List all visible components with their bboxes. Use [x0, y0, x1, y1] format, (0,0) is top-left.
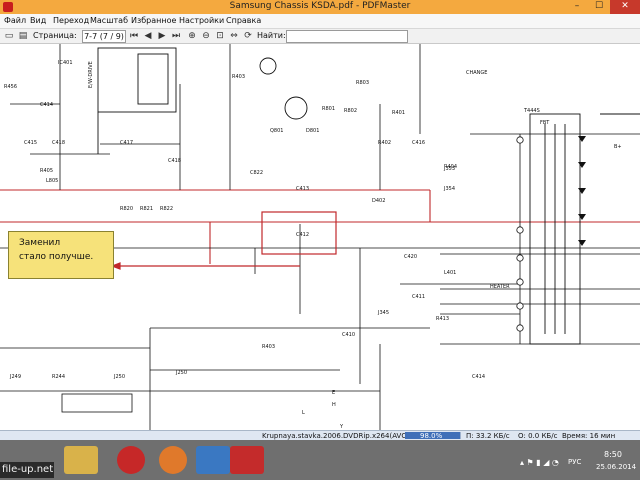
label-r803: R803 — [356, 80, 369, 86]
menu-view[interactable]: Вид — [30, 16, 46, 25]
find-label: Найти: — [257, 31, 286, 40]
zoom-out-icon[interactable]: ⊖ — [200, 30, 212, 42]
annotation-line-1: Заменил — [19, 238, 61, 248]
fit-page-icon[interactable]: ⊡ — [214, 30, 226, 42]
label-c416: C416 — [412, 140, 425, 146]
label-e: E — [332, 390, 335, 396]
file-explorer-icon[interactable] — [64, 446, 98, 474]
label-r413: R413 — [436, 316, 449, 322]
label-c414: C414 — [40, 102, 53, 108]
label-c420: C420 — [404, 254, 417, 260]
label-l401: L401 — [444, 270, 456, 276]
menu-settings[interactable]: Настройки — [179, 16, 224, 25]
language-indicator[interactable]: РУС — [568, 458, 581, 466]
download-speed: П: 33.2 КБ/с — [466, 432, 510, 440]
zoom-in-icon[interactable]: ⊕ — [186, 30, 198, 42]
print-icon[interactable]: ▤ — [17, 30, 29, 42]
label-c415: C415 — [24, 140, 37, 146]
label-r456: R456 — [4, 84, 17, 90]
first-page-icon[interactable]: ⏮ — [128, 30, 140, 42]
label-l: L — [302, 410, 305, 416]
label-ew-drive: E/W-DRIVE — [88, 61, 94, 88]
pdfmaster-taskbar-icon[interactable] — [230, 446, 264, 474]
label-q801: Q801 — [270, 128, 283, 134]
menu-bar: Файл Вид Переход Масштаб Избранное Настр… — [0, 14, 640, 29]
upload-speed: О: 0.0 КБ/с — [518, 432, 558, 440]
label-d402: D402 — [372, 198, 385, 204]
taskbar: ▴ ⚑ ▮ ◢ ◔ РУС 8:50 25.06.2014 — [0, 440, 640, 480]
menu-file[interactable]: Файл — [4, 16, 26, 25]
label-r244: R244 — [52, 374, 65, 380]
download-file-name: Krupnaya.stavka.2006.DVDRip.x264(AVC) — [262, 432, 409, 440]
menu-go[interactable]: Переход — [53, 16, 89, 25]
label-r403b: R403 — [262, 344, 275, 350]
label-c412: C412 — [296, 232, 309, 238]
prev-page-icon[interactable]: ◀ — [142, 30, 154, 42]
label-fbt: FBT — [540, 120, 550, 126]
label-change: CHANGE — [466, 70, 487, 76]
label-c414b: C414 — [472, 374, 485, 380]
label-r801: R801 — [322, 106, 335, 112]
rotate-icon[interactable]: ⟳ — [242, 30, 254, 42]
close-button[interactable]: ✕ — [610, 0, 640, 14]
opera-icon[interactable] — [117, 446, 145, 474]
label-c822: C822 — [250, 170, 263, 176]
maximize-button[interactable]: ☐ — [588, 0, 610, 14]
minimize-button[interactable]: – — [566, 0, 588, 14]
open-icon[interactable]: ▭ — [3, 30, 15, 42]
watermark: file-up.net — [0, 462, 54, 478]
label-heater: HEATER — [490, 284, 510, 290]
label-r401: R401 — [392, 110, 405, 116]
tray-icons[interactable]: ▴ ⚑ ▮ ◢ ◔ — [520, 458, 559, 467]
download-progress-text: 98.0% — [420, 432, 443, 440]
label-c413: C413 — [296, 186, 309, 192]
label-c417: C417 — [120, 140, 133, 146]
page-number-field[interactable]: 7-7 (7 / 9) — [82, 30, 126, 43]
next-page-icon[interactable]: ▶ — [156, 30, 168, 42]
document-view[interactable]: IC401 E/W-DRIVE R456 C414 C415 C418 R405… — [0, 44, 640, 430]
label-j250: J250 — [113, 374, 125, 380]
label-j250b: J250 — [175, 370, 187, 376]
menu-favorites[interactable]: Избранное — [131, 16, 176, 25]
label-j353: J353 — [443, 166, 455, 172]
toolbar: ▭ ▤ Страница: 7-7 (7 / 9) ⏮ ◀ ▶ ⏭ ⊕ ⊖ ⊡ … — [0, 29, 640, 44]
label-j345: J345 — [377, 310, 389, 316]
label-j249: J249 — [9, 374, 21, 380]
menu-zoom[interactable]: Масштаб — [90, 16, 128, 25]
clock-date[interactable]: 25.06.2014 — [596, 463, 636, 471]
label-r821: R821 — [140, 206, 153, 212]
remote-desktop-icon[interactable] — [196, 446, 230, 474]
label-c418b: C418 — [168, 158, 181, 164]
clock-time[interactable]: 8:50 — [604, 450, 622, 459]
time-remaining: Время: 16 мин — [562, 432, 616, 440]
label-r802: R802 — [344, 108, 357, 114]
label-h: H — [332, 402, 336, 408]
label-c418: C418 — [52, 140, 65, 146]
fit-width-icon[interactable]: ⇔ — [228, 30, 240, 42]
title-bar: Samsung Chassis KSDA.pdf - PDFMaster – ☐… — [0, 0, 640, 14]
label-r822: R822 — [160, 206, 173, 212]
label-r405: R405 — [40, 168, 53, 174]
label-c411: C411 — [412, 294, 425, 300]
label-r403a: R403 — [232, 74, 245, 80]
find-input[interactable] — [286, 30, 408, 43]
annotation-line-2: стало получше. — [19, 252, 94, 262]
firefox-icon[interactable] — [159, 446, 187, 474]
label-j354: J354 — [443, 186, 455, 192]
label-t444s: T444S — [523, 108, 540, 114]
annotation-note[interactable]: Заменил стало получше. — [8, 231, 114, 279]
label-ic401: IC401 — [58, 60, 73, 66]
label-d801: D801 — [306, 128, 319, 134]
menu-help[interactable]: Справка — [226, 16, 261, 25]
label-l805: L805 — [46, 178, 58, 184]
last-page-icon[interactable]: ⏭ — [170, 30, 182, 42]
label-r820: R820 — [120, 206, 133, 212]
label-r402: R402 — [378, 140, 391, 146]
page-label: Страница: — [33, 31, 77, 40]
label-b-plus: B+ — [614, 144, 622, 150]
label-c410: C410 — [342, 332, 355, 338]
window-title: Samsung Chassis KSDA.pdf - PDFMaster — [229, 1, 411, 11]
